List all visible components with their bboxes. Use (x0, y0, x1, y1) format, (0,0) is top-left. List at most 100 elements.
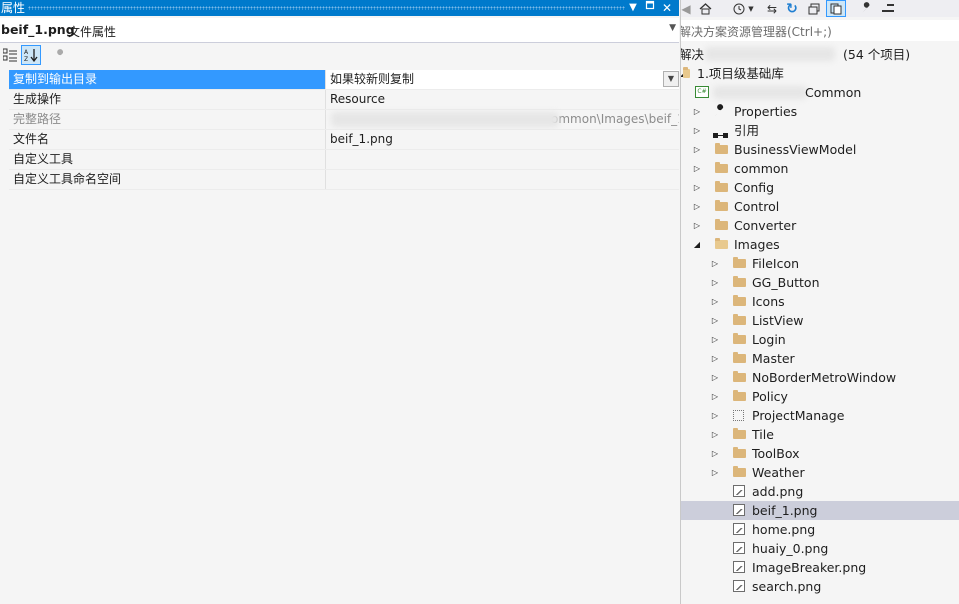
property-row[interactable]: 生成操作 Resource (9, 90, 679, 110)
property-value[interactable] (326, 170, 679, 189)
tree-item-file[interactable]: huaiy_0.png (681, 539, 959, 558)
excluded-folder-icon (733, 410, 744, 421)
property-row[interactable]: 完整路径 ommon\Images\beif_1 (9, 110, 679, 130)
property-key: 生成操作 (9, 90, 326, 109)
folder-icon (715, 143, 728, 154)
expand-arrow-icon[interactable]: ▷ (693, 159, 701, 178)
expand-arrow-icon[interactable]: ▷ (711, 330, 719, 349)
show-all-files-icon[interactable] (826, 0, 846, 17)
tree-item-folder[interactable]: ▷ Config (681, 178, 959, 197)
property-row[interactable]: 自定义工具命名空间 (9, 170, 679, 190)
tree-item-properties[interactable]: ▷ Properties (681, 102, 959, 121)
tree-item-file[interactable]: search.png (681, 577, 959, 596)
value-dropdown-button[interactable]: ▼ (663, 71, 679, 87)
tree-item-folder[interactable]: ▷ Converter (681, 216, 959, 235)
expand-arrow-icon[interactable]: ▷ (693, 121, 701, 140)
collapse-all-icon[interactable] (805, 0, 823, 17)
expand-arrow-icon[interactable]: ▷ (711, 387, 719, 406)
tree-item-folder[interactable]: ▷ Policy (681, 387, 959, 406)
tree-item-folder-images[interactable]: ◢ Images (681, 235, 959, 254)
expand-arrow-icon[interactable]: ▷ (693, 140, 701, 159)
properties-wrench-icon[interactable] (857, 0, 875, 17)
pin-icon[interactable] (642, 0, 658, 16)
history-dropdown-icon[interactable]: ▼ (747, 0, 755, 17)
tree-item-file[interactable]: add.png (681, 482, 959, 501)
properties-title-bar[interactable]: 属性 ▼ ✕ (0, 0, 679, 16)
folder-icon (715, 219, 728, 230)
object-selector[interactable]: beif_1.png 文件属性 ▼ (0, 18, 679, 43)
tree-item-folder[interactable]: ▷ BusinessViewModel (681, 140, 959, 159)
tree-item-folder[interactable]: ▷ Master (681, 349, 959, 368)
property-value[interactable]: Resource (326, 90, 679, 109)
tree-item-folder[interactable]: ▷ Tile (681, 425, 959, 444)
window-position-dropdown-icon[interactable]: ▼ (625, 0, 641, 16)
folder-icon (733, 390, 746, 401)
expand-arrow-icon[interactable]: ▷ (693, 197, 701, 216)
tree-item-label: NoBorderMetroWindow (752, 370, 897, 385)
sync-icon[interactable]: ⇆ (763, 0, 781, 17)
expand-arrow-icon[interactable]: ▷ (711, 254, 719, 273)
svg-text:Z: Z (24, 56, 28, 62)
tree-item-folder[interactable]: ▷ NoBorderMetroWindow (681, 368, 959, 387)
tree-item-folder[interactable]: ▷ ToolBox (681, 444, 959, 463)
tree-item-folder[interactable]: ▷ Icons (681, 292, 959, 311)
expand-arrow-icon[interactable]: ▷ (711, 349, 719, 368)
expand-arrow-icon[interactable]: ▷ (711, 444, 719, 463)
tree-item-folder[interactable]: ▷ Control (681, 197, 959, 216)
tree-item-folder[interactable]: ▷ Login (681, 330, 959, 349)
expand-arrow-icon[interactable]: ▷ (711, 368, 719, 387)
history-icon[interactable] (729, 0, 749, 17)
property-value[interactable]: beif_1.png (326, 130, 679, 149)
preview-icon[interactable] (879, 0, 897, 17)
tree-item-folder[interactable]: ▷ GG_Button (681, 273, 959, 292)
expand-arrow-icon[interactable]: ▷ (693, 102, 701, 121)
solution-search-box[interactable]: 解决方案资源管理器(Ctrl+;) (681, 20, 959, 41)
back-icon[interactable]: ◀ (681, 0, 691, 17)
folder-icon (715, 181, 728, 192)
tree-item-file[interactable]: home.png (681, 520, 959, 539)
tree-item-references[interactable]: ▷ 引用 (681, 121, 959, 140)
property-pages-wrench-icon[interactable] (50, 45, 70, 65)
property-row[interactable]: 复制到输出目录 如果较新则复制 ▼ (9, 70, 679, 90)
property-value[interactable] (326, 150, 679, 169)
chevron-down-icon[interactable]: ▼ (669, 23, 676, 33)
categorized-icon[interactable] (0, 45, 20, 65)
tree-item-label: huaiy_0.png (752, 541, 829, 556)
tree-item-file-selected[interactable]: beif_1.png (681, 501, 959, 520)
expand-arrow-icon[interactable]: ▷ (711, 406, 719, 425)
tree-item-folder[interactable]: ▷ common (681, 159, 959, 178)
alphabetical-icon[interactable]: AZ (21, 45, 41, 65)
object-name: beif_1.png (1, 22, 75, 37)
expand-arrow-icon[interactable]: ▷ (711, 292, 719, 311)
tree-item-file[interactable]: ImageBreaker.png (681, 558, 959, 577)
tree-item-folder[interactable]: ▷ FileIcon (681, 254, 959, 273)
tree-item-label: beif_1.png (752, 503, 818, 518)
property-key: 完整路径 (9, 110, 326, 129)
expand-arrow-icon[interactable]: ▷ (693, 216, 701, 235)
property-row[interactable]: 文件名 beif_1.png (9, 130, 679, 150)
solution-root[interactable]: 解决 (54 个项目) (681, 45, 959, 64)
folder-icon (733, 276, 746, 287)
project-node[interactable]: ◢ 1.项目级基础库 (681, 64, 959, 83)
close-icon[interactable]: ✕ (659, 0, 675, 16)
expand-arrow-icon[interactable]: ▷ (711, 273, 719, 292)
expand-arrow-icon[interactable]: ▷ (693, 178, 701, 197)
expand-arrow-icon[interactable]: ▷ (711, 425, 719, 444)
refresh-icon[interactable]: ↻ (783, 0, 801, 17)
title-grip[interactable] (28, 6, 625, 10)
property-value[interactable]: 如果较新则复制 (326, 70, 679, 89)
tree-item-folder[interactable]: ▷ ListView (681, 311, 959, 330)
tree-item-label: Master (752, 351, 795, 366)
home-icon[interactable] (695, 0, 715, 17)
folder-icon (733, 466, 746, 477)
expand-arrow-icon[interactable]: ▷ (711, 311, 719, 330)
tree-item-folder-excluded[interactable]: ▷ ProjectManage (681, 406, 959, 425)
tree-item-folder[interactable]: ▷ Weather (681, 463, 959, 482)
collapse-arrow-icon[interactable]: ◢ (693, 235, 701, 254)
property-key: 复制到输出目录 (9, 70, 326, 89)
folder-icon (733, 333, 746, 344)
csproj-node[interactable]: C# Common (681, 83, 959, 102)
tree-item-label: add.png (752, 484, 804, 499)
expand-arrow-icon[interactable]: ▷ (711, 463, 719, 482)
property-row[interactable]: 自定义工具 (9, 150, 679, 170)
